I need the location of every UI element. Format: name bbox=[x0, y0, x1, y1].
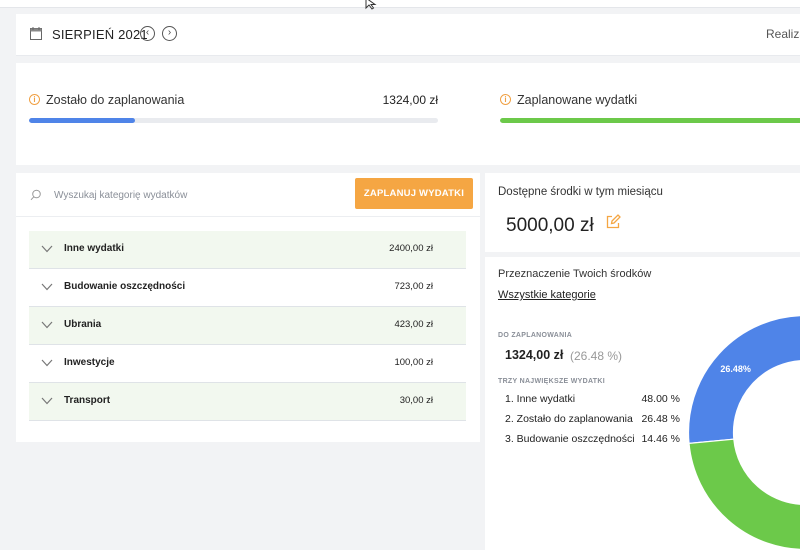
previous-month-button[interactable]: ‹ bbox=[140, 26, 155, 41]
category-row[interactable]: Inne wydatki 2400,00 zł bbox=[29, 231, 466, 269]
remaining-to-plan-label: Zostało do zaplanowania bbox=[46, 93, 185, 107]
plan-expenses-button[interactable]: ZAPLANUJ WYDATKI bbox=[355, 178, 473, 209]
top-three-label: TRZY NAJWIĘKSZE WYDATKI bbox=[498, 378, 605, 385]
planned-expenses-label: Zaplanowane wydatki bbox=[517, 93, 638, 107]
donut-slice-label: 26.48% bbox=[720, 364, 751, 374]
top-expense-item: 3. Budowanie oszczędności 14.46 % bbox=[505, 433, 685, 453]
top-expense-item: 2. Zostało do zaplanowania 26.48 % bbox=[505, 413, 685, 433]
top-expense-name: 3. Budowanie oszczędności bbox=[505, 433, 635, 445]
category-name: Budowanie oszczędności bbox=[64, 281, 186, 292]
category-row[interactable]: Inwestycje 100,00 zł bbox=[29, 345, 466, 383]
remaining-progress-track bbox=[29, 118, 438, 123]
planned-expenses-summary: i Zaplanowane wydatki bbox=[500, 93, 800, 133]
next-month-button[interactable]: › bbox=[162, 26, 177, 41]
category-row[interactable]: Ubrania 423,00 zł bbox=[29, 307, 466, 345]
edit-icon[interactable] bbox=[606, 214, 621, 229]
category-name: Ubrania bbox=[64, 319, 102, 330]
chevron-down-icon[interactable] bbox=[41, 321, 53, 329]
donut-slice[interactable] bbox=[688, 315, 800, 445]
chevron-down-icon[interactable] bbox=[41, 283, 53, 291]
category-amount: 2400,00 zł bbox=[389, 243, 433, 254]
chevron-down-icon[interactable] bbox=[41, 359, 53, 367]
category-amount: 100,00 zł bbox=[394, 357, 433, 368]
remaining-to-plan-value: 1324,00 zł bbox=[382, 93, 438, 107]
info-icon[interactable]: i bbox=[500, 94, 511, 105]
top-three-list: 1. Inne wydatki 48.00 % 2. Zostało do zapl… bbox=[505, 393, 685, 453]
top-expense-percent: 48.00 % bbox=[641, 393, 680, 405]
distribution-title: Przeznaczenie Twoich środków bbox=[498, 268, 652, 280]
search-icon bbox=[30, 189, 41, 201]
category-name: Inwestycje bbox=[64, 357, 115, 368]
info-icon[interactable]: i bbox=[29, 94, 40, 105]
to-plan-percent: (26.48 %) bbox=[570, 349, 623, 363]
category-list: Inne wydatki 2400,00 zł Budowanie oszczędn… bbox=[29, 231, 466, 421]
category-row[interactable]: Transport 30,00 zł bbox=[29, 383, 466, 421]
remaining-progress-fill bbox=[29, 118, 136, 123]
chevron-down-icon[interactable] bbox=[41, 245, 53, 253]
funds-distribution-panel: Przeznaczenie Twoich środków Wszystkie k… bbox=[485, 257, 800, 550]
distribution-donut-chart: 26.48%8.46%14.46% bbox=[688, 315, 800, 550]
mouse-cursor-icon bbox=[365, 0, 377, 10]
category-name: Inne wydatki bbox=[64, 243, 125, 254]
realization-tab[interactable]: Realiza bbox=[766, 27, 800, 41]
chevron-down-icon[interactable] bbox=[41, 397, 53, 405]
category-amount: 423,00 zł bbox=[394, 319, 433, 330]
category-amount: 30,00 zł bbox=[399, 395, 433, 406]
top-strip bbox=[0, 0, 800, 8]
to-plan-value: 1324,00 zł bbox=[505, 348, 564, 362]
chevron-right-icon: › bbox=[167, 27, 172, 38]
summary-panel: i Zostało do zaplanowania 1324,00 zł i Z… bbox=[16, 63, 800, 165]
category-search-bar: ZAPLANUJ WYDATKI bbox=[16, 173, 480, 217]
available-funds-panel: Dostępne środki w tym miesiącu 5000,00 z… bbox=[485, 173, 800, 252]
top-expense-percent: 26.48 % bbox=[641, 413, 680, 425]
category-row[interactable]: Budowanie oszczędności 723,00 zł bbox=[29, 269, 466, 307]
top-expense-name: 2. Zostało do zaplanowania bbox=[505, 413, 633, 425]
month-navigation-bar: SIERPIEŃ 2021 ‹ › Realiza bbox=[16, 14, 800, 56]
month-label: SIERPIEŃ 2021 bbox=[52, 27, 148, 42]
category-amount: 723,00 zł bbox=[394, 281, 433, 292]
available-funds-label: Dostępne środki w tym miesiącu bbox=[498, 186, 663, 198]
expense-categories-panel: ZAPLANUJ WYDATKI Inne wydatki 2400,00 zł B… bbox=[16, 173, 480, 442]
planned-progress-track bbox=[500, 118, 800, 123]
top-expense-percent: 14.46 % bbox=[641, 433, 680, 445]
top-expense-name: 1. Inne wydatki bbox=[505, 393, 576, 405]
remaining-to-plan-summary: i Zostało do zaplanowania 1324,00 zł bbox=[29, 93, 438, 133]
donut-slice[interactable] bbox=[688, 435, 800, 550]
all-categories-link[interactable]: Wszystkie kategorie bbox=[498, 289, 596, 301]
planned-progress-fill bbox=[500, 118, 800, 123]
to-plan-label: DO ZAPLANOWANIA bbox=[498, 332, 573, 339]
top-expense-item: 1. Inne wydatki 48.00 % bbox=[505, 393, 685, 413]
category-search-input[interactable] bbox=[54, 185, 344, 205]
chevron-left-icon: ‹ bbox=[145, 27, 150, 38]
calendar-icon bbox=[30, 27, 42, 40]
available-funds-amount: 5000,00 zł bbox=[506, 215, 594, 236]
category-name: Transport bbox=[64, 395, 111, 406]
